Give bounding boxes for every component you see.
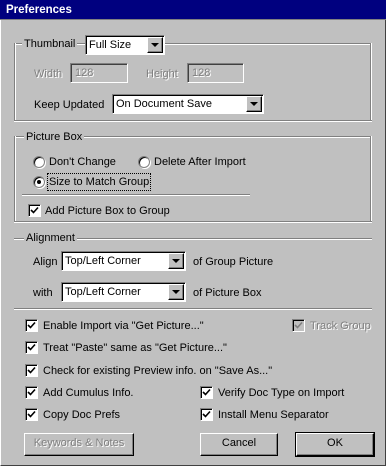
check-preview-checkbox[interactable]: Check for existing Preview info. on "Sav… [25,364,285,378]
checkmark-icon [202,388,211,396]
install-menu-separator-label: Install Menu Separator [218,409,329,421]
checkmark-icon [27,366,36,374]
add-cumulus-checkbox[interactable]: Add Cumulus Info. [25,386,165,400]
verify-doc-type-checkbox[interactable]: Verify Doc Type on Import [200,386,376,400]
checkmark-icon [202,410,211,418]
thumbnail-size-select[interactable]: Full Size [85,35,165,55]
add-picture-box-checkbox[interactable]: Add Picture Box to Group [28,204,178,218]
width-value: 128 [75,67,94,79]
checkmark-icon [27,321,36,329]
track-group-checkbox[interactable]: Track Group [292,319,376,333]
ok-button[interactable]: OK [295,432,375,457]
copy-doc-prefs-label: Copy Doc Prefs [43,409,121,421]
checkbox-box[interactable] [200,386,213,399]
keep-updated-value: On Document Save [116,98,212,110]
checkbox-box[interactable] [200,408,213,421]
window-title: Preferences [0,0,386,20]
chevron-down-icon[interactable] [168,284,184,300]
checkbox-box[interactable] [25,386,38,399]
checkbox-box[interactable] [25,408,38,421]
width-label: Width [34,68,63,80]
checkbox-box[interactable] [25,319,38,332]
radio-size-to-match-group-label: Size to Match Group [46,173,152,191]
with-label: with [33,287,53,299]
chevron-down-icon[interactable] [168,253,184,269]
align-value: Top/Left Corner [65,255,141,267]
width-field[interactable]: 128 [70,63,128,83]
thumbnail-group-right-line [370,43,372,121]
align-select[interactable]: Top/Left Corner [61,251,186,271]
treat-paste-label: Treat "Paste" same as "Get Picture..." [43,342,227,354]
keep-updated-select[interactable]: On Document Save [112,94,264,114]
copy-doc-prefs-checkbox[interactable]: Copy Doc Prefs [25,408,165,422]
radio-dont-change-circle[interactable] [33,156,45,168]
enable-import-checkbox[interactable]: Enable Import via "Get Picture..." [25,319,225,333]
keep-updated-label: Keep Updated [34,99,105,111]
add-cumulus-label: Add Cumulus Info. [43,387,134,399]
treat-paste-checkbox[interactable]: Treat "Paste" same as "Get Picture..." [25,341,235,355]
with-suffix: of Picture Box [193,287,262,299]
checkmark-icon [27,388,36,396]
radio-selected-dot [37,180,41,184]
options-separator [14,308,372,310]
checkbox-box[interactable] [292,319,305,332]
radio-delete-after-import-circle[interactable] [138,156,150,168]
radio-dont-change[interactable]: Don't Change [33,155,128,169]
thumbnail-label: Thumbnail [22,37,78,51]
add-picture-box-label: Add Picture Box to Group [45,205,170,217]
verify-doc-type-label: Verify Doc Type on Import [218,387,345,399]
checkbox-box[interactable] [28,204,41,217]
height-value: 128 [192,67,211,79]
picture-box-label: Picture Box [24,130,85,144]
cancel-button[interactable]: Cancel [200,433,278,456]
radio-delete-after-import[interactable]: Delete After Import [138,155,253,169]
alignment-label: Alignment [24,231,77,245]
with-select[interactable]: Top/Left Corner [61,282,186,302]
checkmark-icon [27,343,36,351]
height-field[interactable]: 128 [187,63,244,83]
with-value: Top/Left Corner [65,286,141,298]
checkmark-icon [27,410,36,418]
checkmark-icon [294,321,303,329]
align-suffix: of Group Picture [193,256,274,268]
radio-size-to-match-group-circle[interactable] [33,176,45,188]
thumbnail-size-value: Full Size [89,39,132,51]
keywords-notes-button[interactable]: Keywords & Notes [24,433,134,456]
check-preview-label: Check for existing Preview info. on "Sav… [43,365,273,377]
radio-size-to-match-group[interactable]: Size to Match Group [33,173,152,191]
chevron-down-icon[interactable] [147,37,163,53]
radio-dont-change-label: Don't Change [49,156,116,168]
checkmark-icon [30,206,39,214]
radio-delete-after-import-label: Delete After Import [154,156,246,168]
thumbnail-group-left-line [14,43,16,121]
align-label: Align [33,256,58,268]
thumbnail-group-bottom-line [14,120,372,122]
picture-box-separator [22,194,250,196]
track-group-label: Track Group [310,320,371,332]
install-menu-separator-checkbox[interactable]: Install Menu Separator [200,408,376,422]
picture-box-group-bottom-line [14,221,372,223]
checkbox-box[interactable] [25,364,38,377]
picture-box-group-right-line [370,136,372,222]
picture-box-group-left-line [14,136,16,222]
checkbox-box[interactable] [25,341,38,354]
height-label: Height [146,68,178,80]
enable-import-label: Enable Import via "Get Picture..." [43,320,204,332]
chevron-down-icon[interactable] [246,96,262,112]
